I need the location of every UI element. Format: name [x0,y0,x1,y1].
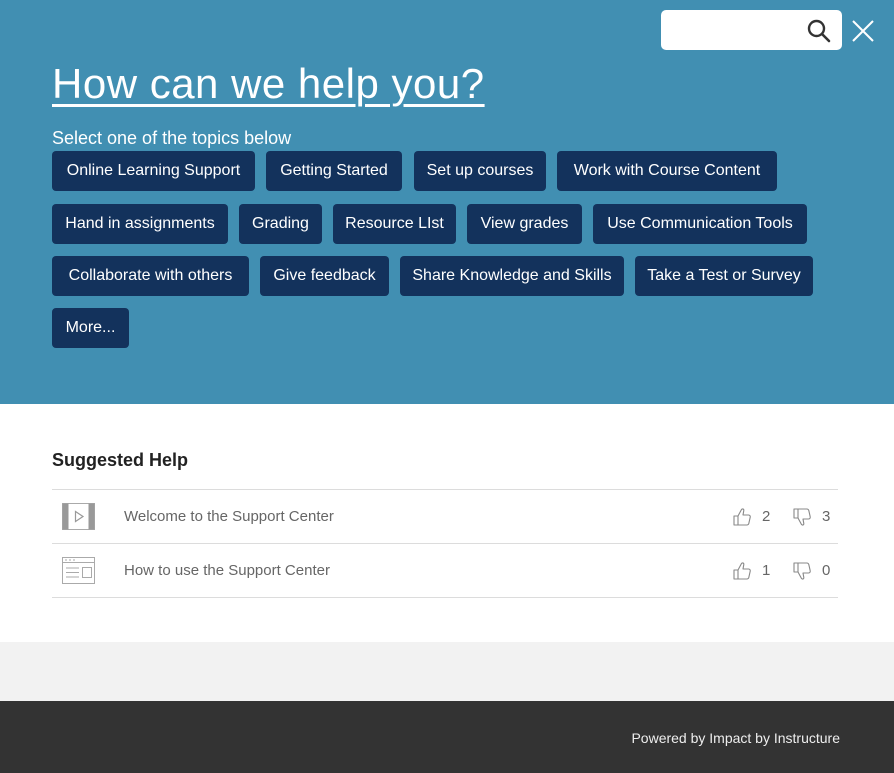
search-input[interactable] [669,16,803,46]
list-item[interactable]: Welcome to the Support Center 2 3 [52,490,838,544]
topic-take-a-test-or-survey[interactable]: Take a Test or Survey [635,256,813,296]
dislike-button[interactable]: 0 [792,544,830,597]
close-icon[interactable] [851,19,875,43]
topic-online-learning-support[interactable]: Online Learning Support [52,151,255,191]
page-title[interactable]: How can we help you? [52,60,485,108]
search-icon[interactable] [806,18,832,44]
topic-view-grades[interactable]: View grades [467,204,582,244]
hero-section: How can we help you? Select one of the t… [0,0,894,404]
like-count: 2 [762,508,771,525]
topic-use-communication-tools[interactable]: Use Communication Tools [593,204,807,244]
thumbs-down-icon [793,507,811,526]
topic-collaborate-with-others[interactable]: Collaborate with others [52,256,249,296]
thumbs-down-icon [793,561,811,580]
help-item-title[interactable]: How to use the Support Center [124,544,330,597]
like-count: 1 [762,562,771,579]
topic-share-knowledge-and-skills[interactable]: Share Knowledge and Skills [400,256,624,296]
like-button[interactable]: 2 [732,490,770,543]
topic-grading[interactable]: Grading [239,204,322,244]
list-item[interactable]: How to use the Support Center 1 0 [52,544,838,598]
thumbs-up-icon [733,561,751,580]
dislike-button[interactable]: 3 [792,490,830,543]
footer: Powered by Impact by Instructure [0,701,894,773]
suggested-help-heading: Suggested Help [52,450,189,470]
topics-subtitle: Select one of the topics below [52,128,292,148]
suggested-help-list: Welcome to the Support Center 2 3 How to… [52,489,838,598]
video-icon [62,503,95,530]
topic-hand-in-assignments[interactable]: Hand in assignments [52,204,228,244]
topic-give-feedback[interactable]: Give feedback [260,256,389,296]
powered-by-link[interactable]: Powered by Impact by Instructure [631,730,840,746]
topic-more[interactable]: More... [52,308,129,348]
like-button[interactable]: 1 [732,544,770,597]
thumbs-up-icon [733,507,751,526]
spacer-band [0,642,894,701]
topic-set-up-courses[interactable]: Set up courses [414,151,546,191]
topic-resource-list[interactable]: Resource LIst [333,204,456,244]
topic-getting-started[interactable]: Getting Started [266,151,402,191]
topic-work-with-course-content[interactable]: Work with Course Content [557,151,777,191]
dislike-count: 0 [822,562,831,579]
help-item-title[interactable]: Welcome to the Support Center [124,490,334,543]
article-icon [62,557,95,584]
dislike-count: 3 [822,508,831,525]
